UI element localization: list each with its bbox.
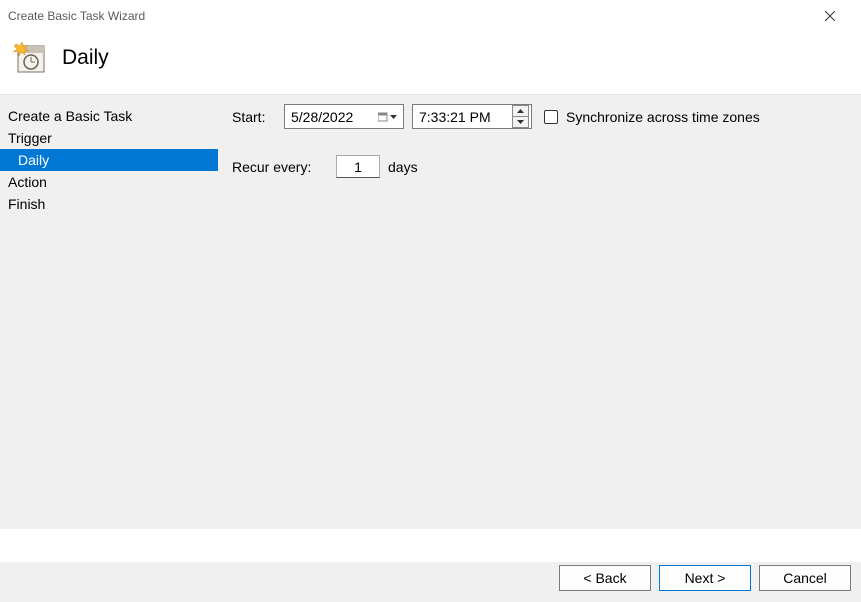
spinner-down[interactable] [513, 117, 528, 127]
task-icon [12, 40, 48, 76]
chevron-down-icon [390, 115, 397, 119]
chevron-down-icon [517, 120, 524, 124]
wizard-header: Daily [0, 32, 861, 94]
window-title: Create Basic Task Wizard [8, 9, 807, 23]
next-button[interactable]: Next > [659, 565, 751, 591]
wizard-sidebar: Create a Basic Task Trigger Daily Action… [0, 95, 218, 529]
start-row: Start: 5/28/2022 7:33:21 PM Synchronize … [232, 104, 847, 129]
sync-timezones-checkbox[interactable] [544, 110, 558, 124]
page-title: Daily [62, 46, 109, 70]
sidebar-item-finish[interactable]: Finish [0, 193, 218, 215]
date-picker-toggle[interactable] [378, 112, 397, 122]
start-time-input[interactable]: 7:33:21 PM [412, 104, 532, 129]
time-spinner[interactable] [512, 105, 529, 128]
start-label: Start: [232, 109, 276, 125]
recur-unit: days [388, 159, 418, 175]
chevron-up-icon [517, 109, 524, 113]
sync-timezones-label: Synchronize across time zones [566, 109, 760, 125]
date-value: 5/28/2022 [291, 109, 353, 125]
wizard-content: Start: 5/28/2022 7:33:21 PM Synchronize … [218, 95, 861, 529]
sidebar-item-daily[interactable]: Daily [0, 149, 218, 171]
sidebar-item-action[interactable]: Action [0, 171, 218, 193]
recur-days-input[interactable] [336, 155, 380, 178]
recur-label: Recur every: [232, 159, 328, 175]
sidebar-item-create-task[interactable]: Create a Basic Task [0, 105, 218, 127]
start-date-input[interactable]: 5/28/2022 [284, 104, 404, 129]
close-icon [825, 11, 835, 21]
close-button[interactable] [807, 0, 853, 32]
sidebar-item-trigger[interactable]: Trigger [0, 127, 218, 149]
back-button[interactable]: < Back [559, 565, 651, 591]
cancel-button[interactable]: Cancel [759, 565, 851, 591]
wizard-body: Create a Basic Task Trigger Daily Action… [0, 94, 861, 529]
recur-row: Recur every: days [232, 155, 847, 178]
time-value: 7:33:21 PM [419, 109, 491, 125]
titlebar: Create Basic Task Wizard [0, 0, 861, 32]
calendar-icon [378, 112, 388, 122]
wizard-footer: < Back Next > Cancel [0, 562, 861, 602]
spinner-up[interactable] [513, 106, 528, 117]
